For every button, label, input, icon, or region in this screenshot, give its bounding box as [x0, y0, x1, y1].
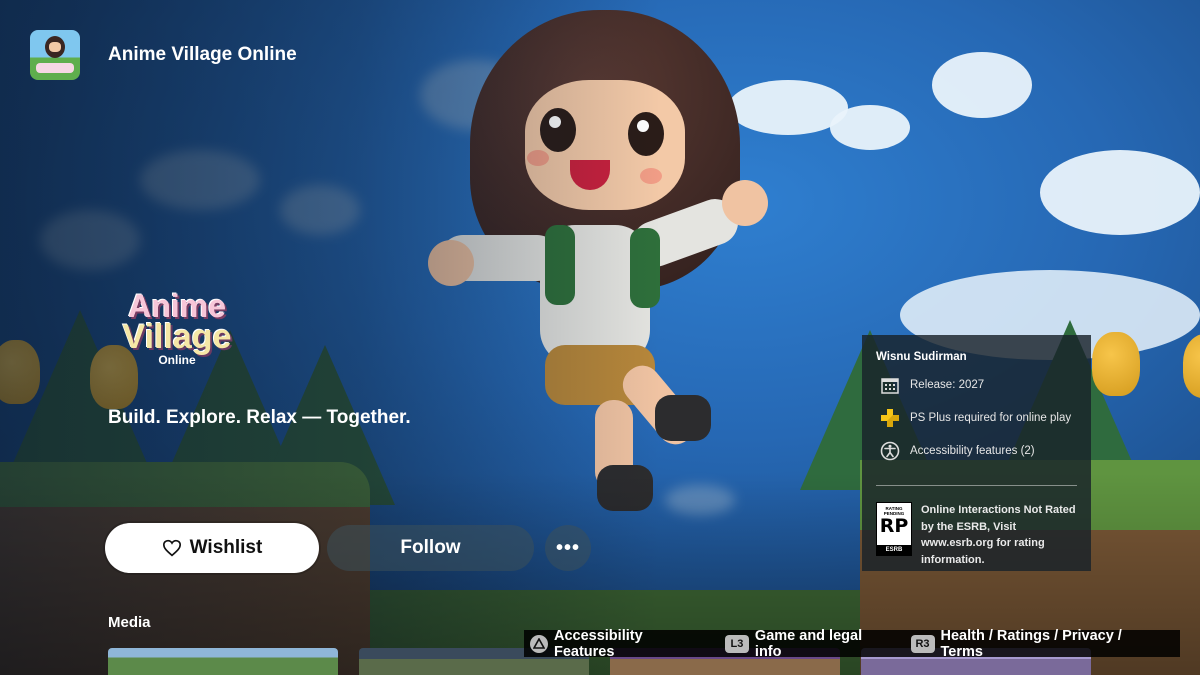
esrb-badge-code: RP [879, 515, 909, 537]
release-label: Release: 2027 [910, 379, 985, 391]
game-logo: Anime Village Online [107, 290, 247, 366]
shortcut-label: Accessibility Features [553, 627, 643, 660]
triangle-button-icon [530, 634, 548, 653]
accessibility-icon [880, 441, 900, 461]
release-info: Release: 2027 [880, 375, 984, 395]
publisher-name: Wisnu Sudirman [876, 351, 967, 363]
tagline: Build. Explore. Relax — Together. [108, 407, 411, 428]
health-ratings-privacy-terms-shortcut[interactable]: R3 Health / Ratings / Privacy / Terms [910, 627, 1168, 660]
ps-plus-label: PS Plus required for online play [910, 412, 1072, 424]
follow-button[interactable]: Follow [327, 525, 534, 571]
media-thumbnail[interactable] [108, 648, 338, 675]
accessibility-features-shortcut[interactable]: Accessibility Features [530, 628, 707, 660]
game-icon [30, 30, 80, 80]
calendar-icon [880, 375, 900, 395]
wishlist-label: Wishlist [189, 537, 263, 558]
media-section-title: Media [108, 614, 151, 631]
r3-button-icon: R3 [910, 634, 935, 653]
shortcut-bar: Accessibility Features L3 Game and legal… [524, 627, 1180, 660]
follow-label: Follow [400, 537, 461, 558]
ps-plus-info: PS Plus required for online play [880, 408, 1071, 428]
heart-icon [162, 539, 181, 557]
esrb-rating-badge: RATING PENDING RP ESRB [876, 502, 912, 556]
more-options-button[interactable]: ••• [545, 525, 591, 571]
game-title: Anime Village Online [108, 44, 297, 65]
divider [876, 485, 1077, 486]
ps-plus-icon [880, 408, 900, 428]
wishlist-button[interactable]: Wishlist [107, 525, 317, 571]
icon-title-banner [36, 63, 74, 73]
shortcut-label: Game and legal info [754, 627, 863, 660]
logo-line-2: Village [122, 318, 232, 356]
icon-character-face [49, 42, 61, 52]
game-legal-info-shortcut[interactable]: L3 Game and legal info [724, 627, 893, 660]
l3-button-icon: L3 [724, 634, 749, 653]
shortcut-label: Health / Ratings / Privacy / Terms [940, 627, 1122, 660]
accessibility-info[interactable]: Accessibility features (2) [880, 441, 1035, 461]
game-info-panel: Wisnu Sudirman Release: 2027 PS Plus req… [862, 335, 1091, 571]
esrb-badge-bottom: ESRB [877, 545, 911, 555]
esrb-rating-text: Online Interactions Not Rated by the ESR… [921, 504, 1076, 566]
accessibility-label: Accessibility features (2) [910, 445, 1035, 457]
more-icon: ••• [555, 536, 580, 559]
